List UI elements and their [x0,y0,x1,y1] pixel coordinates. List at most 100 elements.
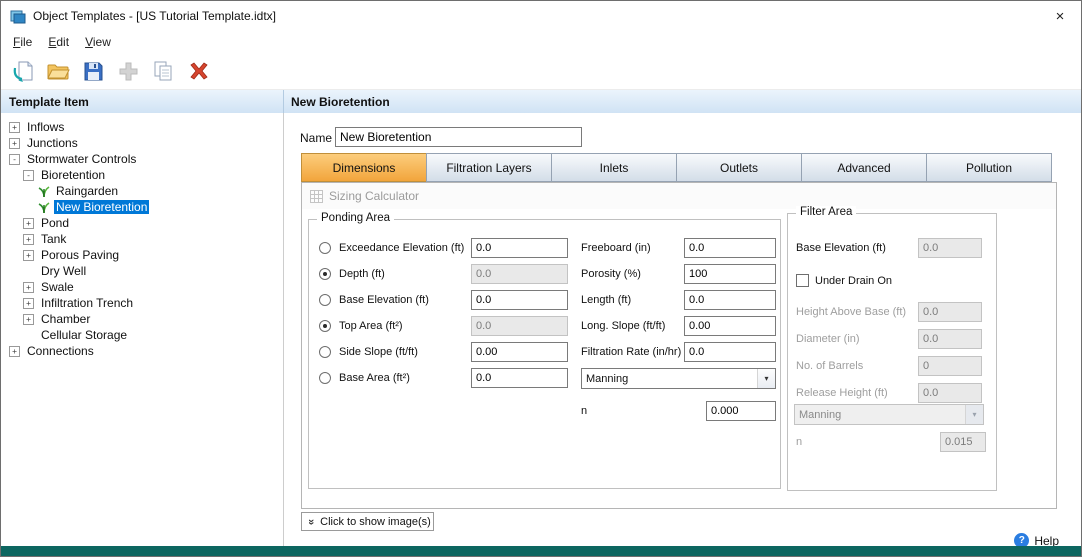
panel-headers: Template Item New Bioretention [1,90,1081,115]
manning-n-label: n [581,405,588,417]
release-height-input [918,383,982,403]
diameter-label: Diameter (in) [796,333,860,345]
name-input[interactable] [335,127,582,147]
collapse-icon[interactable]: - [9,153,20,165]
filter-base-elevation-label: Base Elevation (ft) [796,242,886,254]
bioretention-leaf-icon [37,185,51,198]
tree-item-raingarden[interactable]: Raingarden [1,183,283,199]
tab-strip: Dimensions Filtration Layers Inlets Outl… [301,153,1052,182]
expand-icon[interactable]: + [23,249,34,261]
tab-inlets[interactable]: Inlets [551,153,677,182]
show-images-button[interactable]: » Click to show image(s) [301,512,434,531]
tree-item-junctions[interactable]: + Junctions [1,135,283,151]
add-button [114,57,142,85]
tree-item-tank[interactable]: + Tank [1,231,283,247]
double-chevron-down-icon: » [305,518,318,525]
tab-dimensions[interactable]: Dimensions [301,153,427,182]
tree-item-stormwater-controls[interactable]: - Stormwater Controls [1,151,283,167]
dimensions-tab-page: Sizing Calculator Ponding Area Exceedanc… [301,182,1057,509]
close-button[interactable]: × [1043,1,1077,31]
length-label: Length (ft) [581,294,632,306]
collapse-icon[interactable]: - [23,169,34,181]
tree-item-pond[interactable]: + Pond [1,215,283,231]
filter-roughness-method-select: Manning ▾ [794,404,984,425]
filter-manning-n-input [940,432,986,452]
tree-item-infiltration-trench[interactable]: + Infiltration Trench [1,295,283,311]
depth-input [471,264,568,284]
expand-icon[interactable]: + [9,121,20,133]
tree-item-porous-paving[interactable]: + Porous Paving [1,247,283,263]
bioretention-leaf-icon [37,201,51,214]
expand-icon[interactable]: + [9,345,20,357]
tree-item-swale[interactable]: + Swale [1,279,283,295]
expand-icon[interactable]: + [23,233,34,245]
expand-icon[interactable]: + [9,137,20,149]
side-slope-label: Side Slope (ft/ft) [339,346,418,358]
app-icon [10,8,26,24]
delete-button[interactable] [184,57,212,85]
sizing-calculator-label: Sizing Calculator [329,189,420,203]
tree-item-new-bioretention[interactable]: New Bioretention [1,199,283,215]
expand-icon[interactable]: + [23,313,34,325]
tab-outlets[interactable]: Outlets [676,153,802,182]
editor-panel: Name Dimensions Filtration Layers Inlets… [284,113,1081,548]
radio-side-slope[interactable] [319,346,331,358]
tree-item-cellular-storage[interactable]: Cellular Storage [1,327,283,343]
under-drain-label: Under Drain On [815,275,893,287]
menu-view[interactable]: View [77,33,119,51]
chevron-down-icon: ▾ [757,369,775,388]
show-images-label: Click to show image(s) [320,515,431,528]
depth-label: Depth (ft) [339,268,385,280]
long-slope-input[interactable] [684,316,776,336]
object-header: New Bioretention [291,95,390,109]
filter-area-group: Filter Area Base Elevation (ft) Under Dr… [787,206,997,491]
menu-bar: File Edit View [1,31,1081,52]
expand-icon[interactable]: + [23,217,34,229]
menu-file[interactable]: File [5,33,40,51]
save-button[interactable] [79,57,107,85]
manning-n-input[interactable] [706,401,776,421]
no-of-barrels-input [918,356,982,376]
tab-filtration-layers[interactable]: Filtration Layers [426,153,552,182]
title-bar: Object Templates - [US Tutorial Template… [1,1,1081,31]
freeboard-input[interactable] [684,238,776,258]
tree-item-bioretention[interactable]: - Bioretention [1,167,283,183]
roughness-method-select[interactable]: Manning ▾ [581,368,776,389]
base-area-input[interactable] [471,368,568,388]
toolbar [1,52,1081,90]
base-elevation-label: Base Elevation (ft) [339,294,429,306]
tree-item-dry-well[interactable]: Dry Well [1,263,283,279]
expand-icon[interactable]: + [23,281,34,293]
selected-tree-item-label: New Bioretention [54,200,150,214]
top-area-label: Top Area (ft²) [339,320,403,332]
top-area-input [471,316,568,336]
expand-icon[interactable]: + [23,297,34,309]
tree-item-chamber[interactable]: + Chamber [1,311,283,327]
radio-exceedance-elevation[interactable] [319,242,331,254]
porosity-label: Porosity (%) [581,268,641,280]
menu-edit[interactable]: Edit [40,33,77,51]
open-button[interactable] [44,57,72,85]
radio-base-elevation[interactable] [319,294,331,306]
side-slope-input[interactable] [471,342,568,362]
tab-advanced[interactable]: Advanced [801,153,927,182]
copy-button[interactable] [149,57,177,85]
filtration-rate-input[interactable] [684,342,776,362]
tree-item-inflows[interactable]: + Inflows [1,119,283,135]
filter-area-title: Filter Area [796,206,857,218]
radio-depth[interactable] [319,268,331,280]
height-above-base-input [918,302,982,322]
ponding-area-group: Ponding Area Exceedance Elevation (ft) D… [308,212,781,489]
radio-base-area[interactable] [319,372,331,384]
long-slope-label: Long. Slope (ft/ft) [581,320,666,332]
radio-top-area[interactable] [319,320,331,332]
porosity-input[interactable] [684,264,776,284]
length-input[interactable] [684,290,776,310]
tab-pollution[interactable]: Pollution [926,153,1052,182]
new-template-button[interactable] [9,57,37,85]
exceedance-elevation-input[interactable] [471,238,568,258]
under-drain-checkbox[interactable] [796,274,809,287]
base-elevation-input[interactable] [471,290,568,310]
tree-item-connections[interactable]: + Connections [1,343,283,359]
filter-manning-n-label: n [796,436,803,448]
